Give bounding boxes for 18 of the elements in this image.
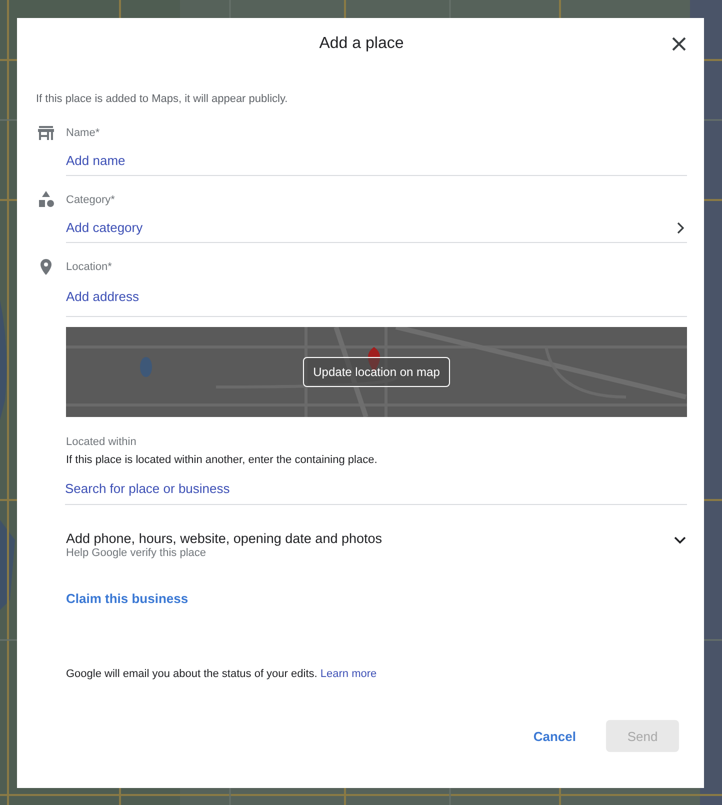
dialog-title: Add a place	[319, 35, 404, 53]
field-label: Name*	[66, 127, 101, 139]
shapes-icon	[36, 190, 56, 210]
update-location-button[interactable]: Update location on map	[303, 357, 450, 387]
claim-business-link[interactable]: Claim this business	[66, 591, 188, 606]
input-field[interactable]: Add name	[66, 153, 322, 168]
section-label: Located within	[66, 436, 138, 448]
learn-more-link[interactable]: Learn more	[320, 668, 377, 680]
input-field[interactable]: Add category	[66, 220, 322, 235]
store-icon	[36, 123, 56, 143]
input-field[interactable]: Add address	[66, 289, 322, 304]
more-details-expander[interactable]: Add phone, hours, website, opening date and photos Help Google verify this place	[66, 531, 687, 559]
cancel-button[interactable]: Cancel	[529, 720, 580, 752]
field-label: Location*	[66, 261, 113, 273]
field-label: Category*	[66, 194, 116, 206]
intro-text: If this place is added to Maps, it will appear publicly.	[36, 93, 289, 105]
section-description: If this place is located within another, enter the containing place.	[66, 454, 378, 466]
footer-note: Google will email you about the status of your edits. Learn more	[66, 668, 378, 680]
